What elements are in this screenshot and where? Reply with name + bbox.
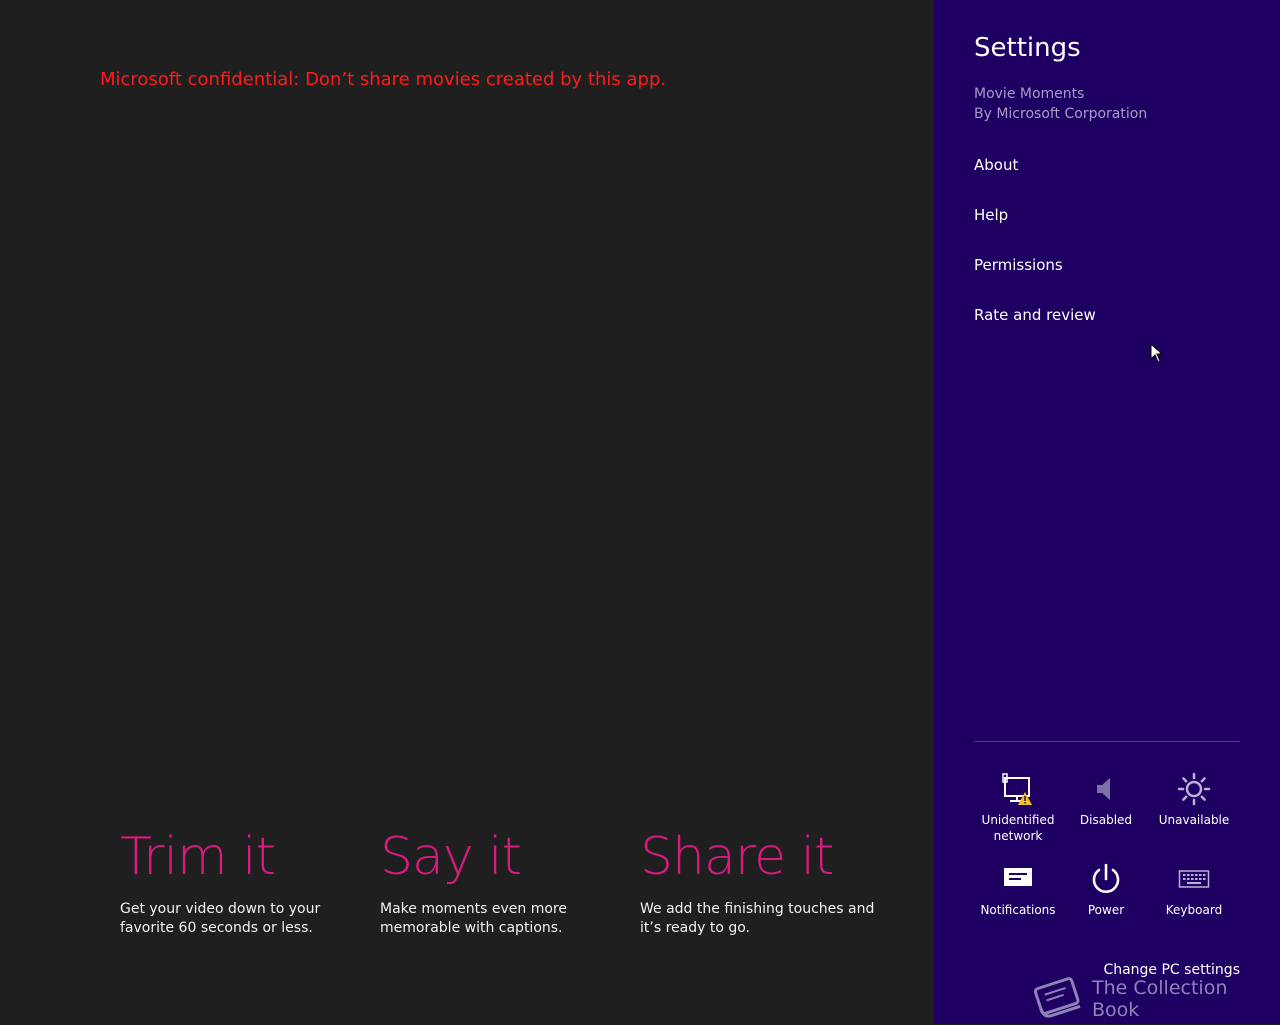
settings-title: Settings	[974, 33, 1081, 63]
menu-item-permissions[interactable]: Permissions	[974, 256, 1063, 274]
watermark-text: The Collection Book	[1092, 977, 1228, 1021]
speaker-icon	[1062, 770, 1150, 808]
power-label: Power	[1087, 903, 1125, 917]
feature-description: Make moments even more memorable with ca…	[380, 901, 567, 936]
book-icon	[1030, 973, 1084, 1025]
power-tile[interactable]: Power	[1062, 860, 1150, 918]
feature-heading: Say it	[380, 827, 522, 887]
feature-heading: Share it	[640, 827, 834, 887]
feature-share: Share it We add the finishing touches an…	[640, 826, 890, 938]
network-label: Unidentified network	[981, 813, 1055, 843]
watermark: The Collection Book	[1030, 974, 1280, 1024]
volume-label: Disabled	[1079, 813, 1133, 827]
notifications-label: Notifications	[980, 903, 1056, 917]
menu-item-about[interactable]: About	[974, 156, 1018, 174]
volume-tile[interactable]: Disabled	[1062, 770, 1150, 828]
app-name: Movie Moments	[974, 86, 1085, 102]
network-tile[interactable]: Unidentified network	[974, 770, 1062, 844]
divider	[974, 741, 1240, 742]
brightness-icon	[1150, 770, 1238, 808]
mouse-cursor-icon	[1150, 342, 1164, 367]
app-publisher: By Microsoft Corporation	[974, 106, 1148, 122]
brightness-tile[interactable]: Unavailable	[1150, 770, 1238, 828]
confidential-notice: Microsoft confidential: Don’t share movi…	[100, 69, 667, 90]
feature-say: Say it Make moments even more memorable …	[380, 826, 630, 938]
power-icon	[1062, 860, 1150, 898]
menu-item-help[interactable]: Help	[974, 206, 1008, 224]
keyboard-label: Keyboard	[1165, 903, 1223, 917]
network-warning-icon	[974, 770, 1062, 808]
app-canvas: Microsoft confidential: Don’t share movi…	[0, 0, 934, 1024]
feature-heading: Trim it	[120, 827, 276, 887]
feature-description: Get your video down to your favorite 60 …	[120, 901, 321, 936]
menu-item-rate-and-review[interactable]: Rate and review	[974, 306, 1096, 324]
feature-trim: Trim it Get your video down to your favo…	[120, 826, 370, 938]
notifications-tile[interactable]: Notifications	[974, 860, 1062, 918]
keyboard-icon	[1150, 860, 1238, 898]
feature-description: We add the finishing touches and it’s re…	[640, 901, 875, 936]
keyboard-tile[interactable]: Keyboard	[1150, 860, 1238, 918]
brightness-label: Unavailable	[1158, 813, 1230, 827]
notifications-icon	[974, 860, 1062, 898]
settings-charm: Settings Movie Moments By Microsoft Corp…	[934, 0, 1280, 1024]
